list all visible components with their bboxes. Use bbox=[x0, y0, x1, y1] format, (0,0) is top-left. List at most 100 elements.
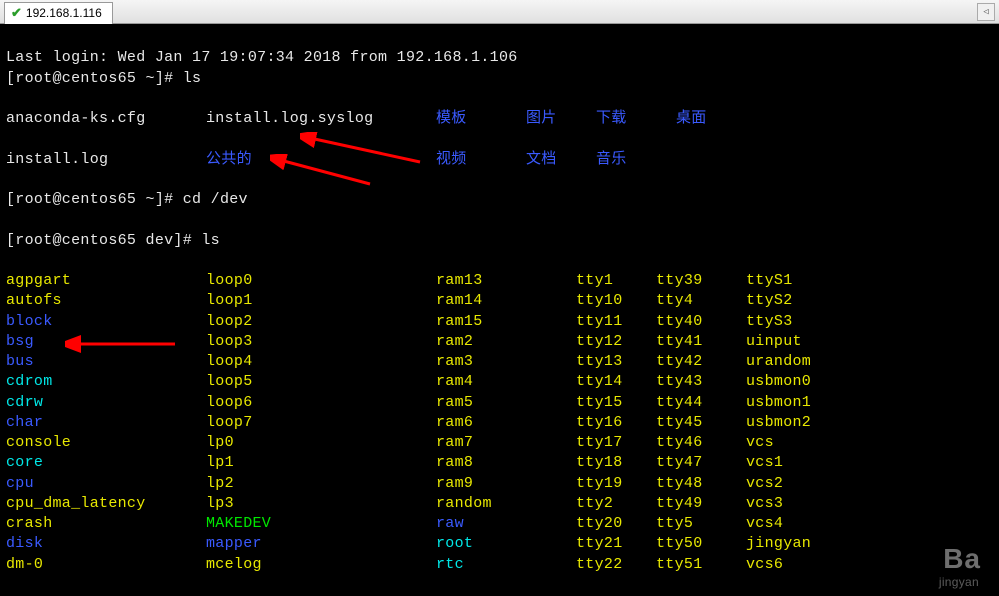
dev-entry: tty43 bbox=[656, 372, 746, 392]
dev-entry: ram8 bbox=[436, 453, 576, 473]
dev-entry: cpu bbox=[6, 474, 206, 494]
dev-row: cdromloop5ram4tty14tty43usbmon0 bbox=[6, 372, 993, 392]
dev-entry: usbmon0 bbox=[746, 372, 856, 392]
prompt: [root@centos65 ~]# bbox=[6, 191, 183, 208]
dev-entry: core bbox=[6, 453, 206, 473]
dev-entry: tty12 bbox=[576, 332, 656, 352]
dev-entry: tty21 bbox=[576, 534, 656, 554]
dev-entry: agpgart bbox=[6, 271, 206, 291]
dev-row: dm-0mcelogrtctty22tty51vcs6 bbox=[6, 555, 993, 575]
dev-row: agpgartloop0ram13tty1tty39ttyS1 bbox=[6, 271, 993, 291]
dev-entry: disk bbox=[6, 534, 206, 554]
dev-entry: tty42 bbox=[656, 352, 746, 372]
dev-row: diskmapperroottty21tty50jingyan bbox=[6, 534, 993, 554]
connected-icon: ✔ bbox=[11, 5, 22, 21]
dev-entry: tty17 bbox=[576, 433, 656, 453]
dev-row: autofsloop1ram14tty10tty4ttyS2 bbox=[6, 291, 993, 311]
dev-entry: tty46 bbox=[656, 433, 746, 453]
dev-entry: tty14 bbox=[576, 372, 656, 392]
dev-entry: tty15 bbox=[576, 393, 656, 413]
dev-entry: rtc bbox=[436, 555, 576, 575]
dev-entry: tty40 bbox=[656, 312, 746, 332]
dev-entry: tty45 bbox=[656, 413, 746, 433]
connection-tab[interactable]: ✔ 192.168.1.116 bbox=[4, 2, 113, 24]
dev-row: crashMAKEDEVrawtty20tty5vcs4 bbox=[6, 514, 993, 534]
dev-entry: loop0 bbox=[206, 271, 436, 291]
dev-entry: tty50 bbox=[656, 534, 746, 554]
dev-entry: cdrw bbox=[6, 393, 206, 413]
dev-entry: tty47 bbox=[656, 453, 746, 473]
dev-entry: tty51 bbox=[656, 555, 746, 575]
last-login-line: Last login: Wed Jan 17 19:07:34 2018 fro… bbox=[6, 49, 518, 66]
dev-entry: tty41 bbox=[656, 332, 746, 352]
dev-entry: tty19 bbox=[576, 474, 656, 494]
dev-entry: dm-0 bbox=[6, 555, 206, 575]
dev-entry: ram13 bbox=[436, 271, 576, 291]
dev-entry: vcs1 bbox=[746, 453, 856, 473]
dev-entry: ram9 bbox=[436, 474, 576, 494]
dev-entry: mapper bbox=[206, 534, 436, 554]
dev-entry: ram2 bbox=[436, 332, 576, 352]
dev-entry: lp1 bbox=[206, 453, 436, 473]
dev-entry: loop1 bbox=[206, 291, 436, 311]
dev-entry: loop7 bbox=[206, 413, 436, 433]
dev-entry: char bbox=[6, 413, 206, 433]
dev-entry: crash bbox=[6, 514, 206, 534]
dev-entry: loop6 bbox=[206, 393, 436, 413]
ls-output-row: install.log公共的视频文档音乐 bbox=[6, 150, 993, 170]
titlebar: ✔ 192.168.1.116 ◁ bbox=[0, 0, 999, 24]
dev-entry: ram7 bbox=[436, 433, 576, 453]
tab-label: 192.168.1.116 bbox=[26, 6, 102, 20]
dev-entry: jingyan bbox=[746, 534, 856, 554]
dev-entry: bus bbox=[6, 352, 206, 372]
dev-entry: bsg bbox=[6, 332, 206, 352]
dev-entry: usbmon1 bbox=[746, 393, 856, 413]
dev-entry: block bbox=[6, 312, 206, 332]
dev-row: blockloop2ram15tty11tty40ttyS3 bbox=[6, 312, 993, 332]
dev-entry: tty1 bbox=[576, 271, 656, 291]
dev-entry: vcs bbox=[746, 433, 856, 453]
dev-entry: ram6 bbox=[436, 413, 576, 433]
dev-entry: tty2 bbox=[576, 494, 656, 514]
dev-entry: tty16 bbox=[576, 413, 656, 433]
dev-entry: tty22 bbox=[576, 555, 656, 575]
dev-entry: lp2 bbox=[206, 474, 436, 494]
dev-entry: ttyS1 bbox=[746, 271, 856, 291]
dev-row: consolelp0ram7tty17tty46vcs bbox=[6, 433, 993, 453]
dev-row: corelp1ram8tty18tty47vcs1 bbox=[6, 453, 993, 473]
dev-listing: agpgartloop0ram13tty1tty39ttyS1autofsloo… bbox=[6, 271, 993, 575]
command-ls: ls bbox=[183, 70, 202, 87]
dev-entry: vcs6 bbox=[746, 555, 856, 575]
dev-entry: lp0 bbox=[206, 433, 436, 453]
terminal-output[interactable]: Last login: Wed Jan 17 19:07:34 2018 fro… bbox=[0, 24, 999, 596]
dev-entry: loop5 bbox=[206, 372, 436, 392]
dev-entry: ram3 bbox=[436, 352, 576, 372]
chevron-left-icon: ◁ bbox=[983, 7, 988, 17]
dev-entry: tty4 bbox=[656, 291, 746, 311]
ls-output-row: anaconda-ks.cfginstall.log.syslog模板图片下载桌… bbox=[6, 109, 993, 129]
dev-entry: tty49 bbox=[656, 494, 746, 514]
dev-row: cdrwloop6ram5tty15tty44usbmon1 bbox=[6, 393, 993, 413]
dev-entry: random bbox=[436, 494, 576, 514]
dev-entry: tty5 bbox=[656, 514, 746, 534]
dev-entry: ram4 bbox=[436, 372, 576, 392]
dev-entry: MAKEDEV bbox=[206, 514, 436, 534]
dev-entry: cdrom bbox=[6, 372, 206, 392]
dev-entry: ram15 bbox=[436, 312, 576, 332]
dev-entry: vcs3 bbox=[746, 494, 856, 514]
dev-entry: uinput bbox=[746, 332, 856, 352]
prompt: [root@centos65 dev]# bbox=[6, 232, 201, 249]
tabs-dropdown-button[interactable]: ◁ bbox=[977, 3, 995, 21]
dev-row: bsgloop3ram2tty12tty41uinput bbox=[6, 332, 993, 352]
dev-entry: loop2 bbox=[206, 312, 436, 332]
dev-entry: lp3 bbox=[206, 494, 436, 514]
dev-entry: cpu_dma_latency bbox=[6, 494, 206, 514]
dev-entry: tty44 bbox=[656, 393, 746, 413]
watermark: Ba bbox=[943, 540, 981, 578]
dev-entry: root bbox=[436, 534, 576, 554]
dev-entry: vcs2 bbox=[746, 474, 856, 494]
dev-entry: mcelog bbox=[206, 555, 436, 575]
dev-row: cpu_dma_latencylp3randomtty2tty49vcs3 bbox=[6, 494, 993, 514]
dev-row: busloop4ram3tty13tty42urandom bbox=[6, 352, 993, 372]
dev-entry: tty39 bbox=[656, 271, 746, 291]
